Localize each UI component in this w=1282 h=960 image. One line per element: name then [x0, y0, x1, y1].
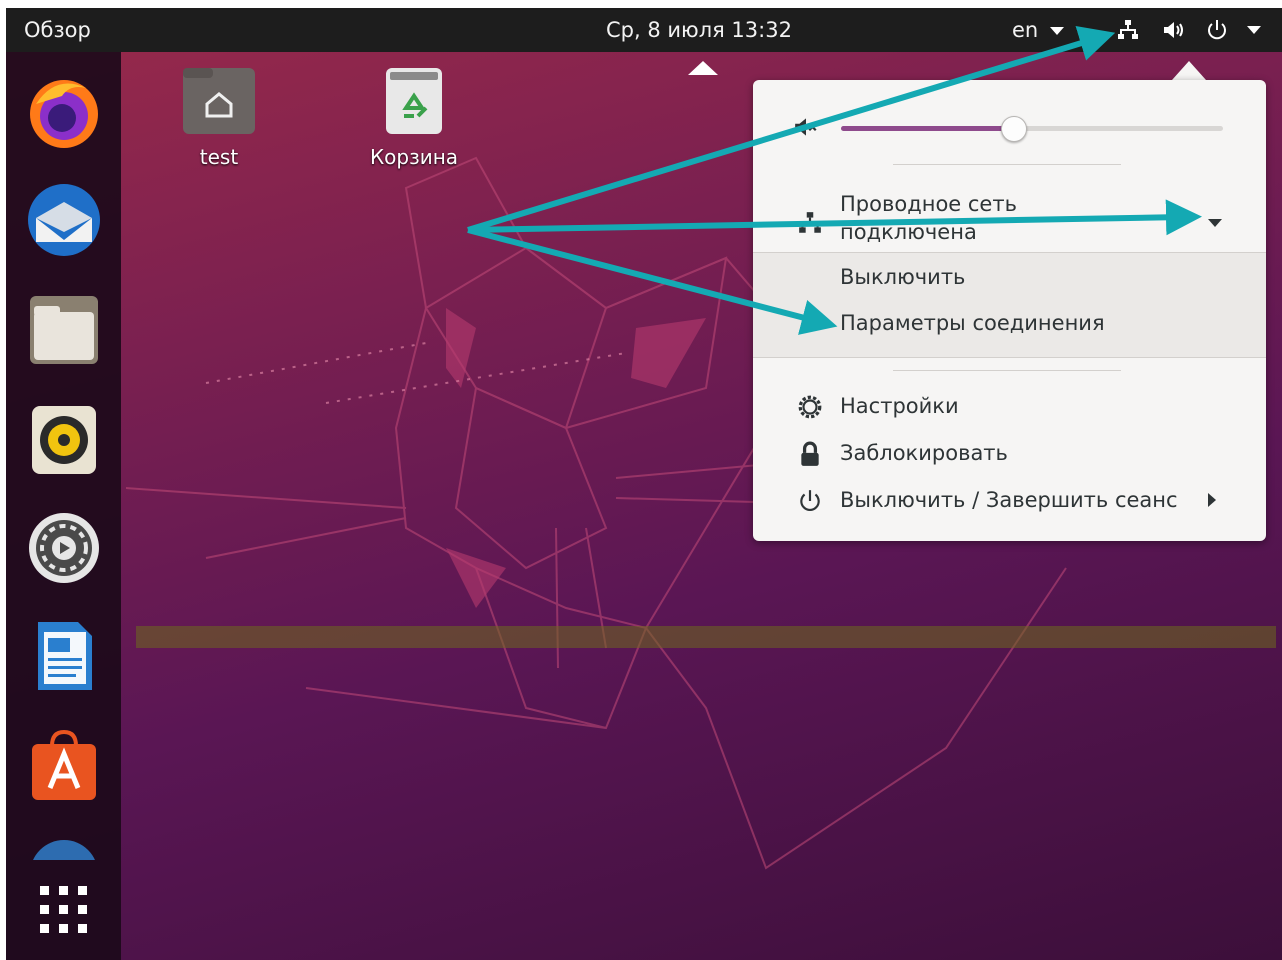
files-icon [30, 296, 98, 364]
dock-software[interactable] [26, 728, 102, 804]
connection-settings-item[interactable]: Параметры соединения [840, 311, 1105, 335]
thunderbird-icon [28, 184, 100, 256]
clock-button[interactable]: Ср, 8 июля 13:32 [606, 8, 792, 52]
top-bar: Обзор Ср, 8 июля 13:32 en [6, 8, 1282, 52]
dock-thunderbird[interactable] [26, 182, 102, 258]
settings-label: Настройки [840, 394, 959, 418]
help-icon [33, 840, 95, 860]
chevron-right-icon [1208, 493, 1216, 507]
desktop-icon-home[interactable]: test [164, 66, 274, 169]
network-wired-icon[interactable] [1116, 18, 1140, 42]
settings-item[interactable]: Настройки [753, 386, 1266, 430]
system-menu-pointer [1172, 61, 1206, 80]
network-wired-icon [799, 212, 821, 233]
settings-icon [29, 513, 99, 583]
firefox-icon [30, 80, 98, 148]
system-menu: Проводное сеть подключена Выключить Пара… [753, 80, 1266, 541]
keyboard-layout-button[interactable]: en [1012, 8, 1065, 52]
dock-files[interactable] [26, 292, 102, 368]
trash-icon [386, 68, 442, 134]
wired-connection-status: подключена [840, 220, 977, 244]
turn-off-item[interactable]: Выключить [840, 265, 965, 289]
menu-separator [893, 164, 1121, 165]
menu-separator [893, 370, 1121, 371]
volume-slider-fill [841, 126, 1013, 131]
volume-slider-row [793, 110, 1233, 146]
rhythmbox-icon [32, 406, 96, 474]
wired-connection-title: Проводное сеть [840, 192, 1017, 216]
desktop-icon-trash[interactable]: Корзина [359, 66, 469, 169]
volume-icon[interactable] [1162, 18, 1186, 42]
system-menu-chevron-icon[interactable] [1246, 25, 1262, 35]
dock-help[interactable] [26, 836, 102, 860]
desktop-icon-label: test [199, 145, 239, 169]
gear-icon [798, 395, 822, 419]
dock [6, 52, 121, 960]
power-icon[interactable] [1205, 18, 1229, 42]
power-off-item[interactable]: Выключить / Завершить сеанс [753, 480, 1266, 524]
wired-connection-item[interactable]: Проводное сеть подключена [753, 182, 1266, 252]
volume-muted-icon [795, 118, 817, 136]
chevron-down-icon [1049, 27, 1064, 35]
show-applications-button[interactable] [26, 880, 102, 940]
dock-settings[interactable] [26, 510, 102, 586]
lock-item[interactable]: Заблокировать [753, 433, 1266, 477]
dock-rhythmbox[interactable] [26, 402, 102, 478]
activities-button[interactable]: Обзор [24, 8, 91, 52]
chevron-down-icon [1208, 219, 1222, 227]
power-icon [800, 490, 820, 512]
volume-slider-handle[interactable] [1000, 116, 1027, 142]
desktop: Обзор Ср, 8 июля 13:32 en test Корзина П… [6, 8, 1282, 960]
app-grid-icon [40, 886, 87, 933]
wired-submenu: Выключить Параметры соединения [753, 252, 1266, 358]
libreoffice-writer-icon [38, 622, 92, 690]
keyboard-layout-label: en [1012, 18, 1039, 42]
lock-icon [801, 441, 819, 466]
power-off-label: Выключить / Завершить сеанс [840, 488, 1178, 512]
dock-writer[interactable] [26, 618, 102, 694]
dock-firefox[interactable] [26, 74, 102, 150]
home-folder-icon [183, 68, 255, 134]
ubuntu-software-icon [32, 729, 96, 800]
lock-label: Заблокировать [840, 441, 1008, 465]
calendar-caret-icon [688, 61, 718, 75]
volume-slider[interactable] [841, 116, 1223, 142]
desktop-icon-label: Корзина [369, 145, 459, 169]
